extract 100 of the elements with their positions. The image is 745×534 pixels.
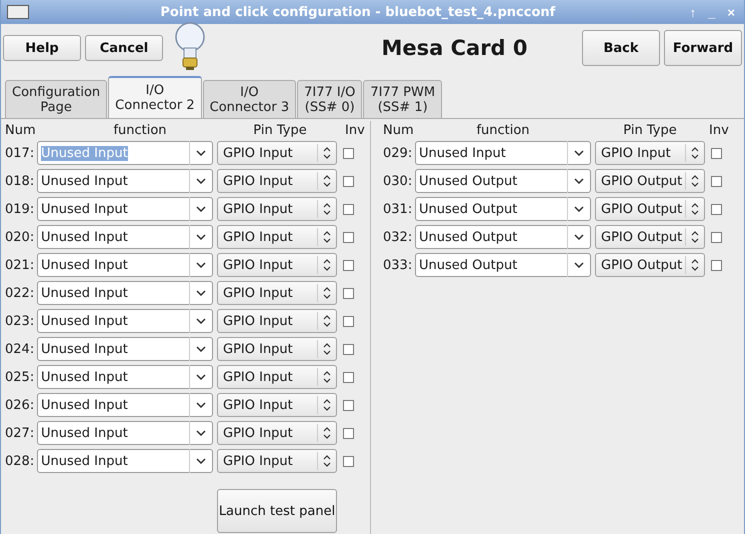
inv-checkbox[interactable] [343,148,354,158]
function-combo[interactable]: Unused Input [37,365,213,389]
inv-checkbox[interactable] [343,176,354,186]
inv-checkbox[interactable] [711,176,722,186]
function-combo[interactable]: Unused Input [37,225,213,249]
caret-icon [196,430,206,436]
function-combo[interactable]: Unused Output [415,197,591,221]
function-combo[interactable]: Unused Input [37,253,213,277]
function-combo[interactable]: Unused Input [37,421,213,445]
column-header: Pin Type [622,122,678,138]
inv-checkbox[interactable] [711,232,722,242]
spin-arrows-icon [323,343,331,355]
tab[interactable]: I/O Connector 3 [202,80,296,118]
inv-checkbox[interactable] [343,316,354,326]
function-combo[interactable]: Unused Input [37,169,213,193]
function-combo[interactable]: Unused Input [37,309,213,333]
column-header: Num [5,122,37,138]
spin-arrows-icon [691,203,699,215]
caret-icon [196,346,206,352]
tab[interactable]: Configuration Page [5,80,108,118]
pin-number: 020: [5,230,36,244]
pin-type-spinner[interactable]: GPIO Input [217,225,337,249]
column-header: Inv [709,122,729,138]
function-combo[interactable]: Unused Output [415,225,591,249]
pin-type-spinner[interactable]: GPIO Output [595,225,705,249]
caret-icon [196,374,206,380]
inv-checkbox[interactable] [343,344,354,354]
caret-icon [196,402,206,408]
inv-checkbox[interactable] [343,456,354,466]
spin-arrows-icon [323,147,331,159]
inv-checkbox[interactable] [343,260,354,270]
toolbar-button[interactable]: Cancel [85,35,163,61]
function-combo[interactable]: Unused Output [415,253,591,277]
inv-checkbox[interactable] [343,232,354,242]
pin-type-spinner[interactable]: GPIO Input [217,141,337,165]
spin-arrows-icon [323,315,331,327]
pin-type-spinner[interactable]: GPIO Input [217,281,337,305]
inv-checkbox[interactable] [343,372,354,382]
pin-number: 031: [383,202,414,216]
pin-number: 032: [383,230,414,244]
spin-arrows-icon [323,287,331,299]
pin-type-spinner[interactable]: GPIO Input [217,365,337,389]
pin-type-spinner[interactable]: GPIO Input [217,309,337,333]
inv-checkbox[interactable] [343,204,354,214]
launch-test-panel-button[interactable]: Launch test panel [217,489,337,533]
caret-icon [574,206,584,212]
pin-type-spinner[interactable]: GPIO Input [595,141,705,165]
caret-icon [574,234,584,240]
function-combo[interactable]: Unused Input [37,393,213,417]
inv-checkbox[interactable] [343,400,354,410]
pin-number: 028: [5,454,36,468]
inv-checkbox[interactable] [343,428,354,438]
nav-button[interactable]: Back [582,30,660,66]
toolbar-button[interactable]: Help [3,35,81,61]
caret-icon [574,178,584,184]
pin-number: 033: [383,258,414,272]
column-header: function [112,122,168,138]
caret-icon [574,150,584,156]
nav-button[interactable]: Forward [664,30,742,66]
pin-type-spinner[interactable]: GPIO Output [595,253,705,277]
function-combo[interactable]: Unused Input [415,141,591,165]
spin-arrows-icon [323,203,331,215]
function-combo[interactable]: Unused Input [37,337,213,361]
caret-icon [196,178,206,184]
function-combo[interactable]: Unused Input [37,197,213,221]
pin-type-spinner[interactable]: GPIO Input [217,337,337,361]
tab[interactable]: 7I77 I/O (SS# 0) [297,80,362,118]
pin-type-spinner[interactable]: GPIO Input [217,449,337,473]
pin-type-spinner[interactable]: GPIO Input [217,253,337,277]
spin-arrows-icon [323,231,331,243]
function-combo[interactable]: Unused Output [415,169,591,193]
caret-icon [196,150,206,156]
inv-checkbox[interactable] [711,148,722,158]
pin-type-spinner[interactable]: GPIO Input [217,197,337,221]
pin-number: 029: [383,146,414,160]
inv-checkbox[interactable] [343,288,354,298]
caret-icon [574,262,584,268]
column-header: Inv [345,122,365,138]
pin-number: 019: [5,202,36,216]
function-combo[interactable]: Unused Input [37,281,213,305]
tab[interactable]: 7I77 PWM (SS# 1) [363,80,442,118]
pin-type-spinner[interactable]: GPIO Input [217,393,337,417]
caret-icon [196,318,206,324]
pin-number: 022: [5,286,36,300]
pin-number: 030: [383,174,414,188]
spin-arrows-icon [323,175,331,187]
pin-type-spinner[interactable]: GPIO Output [595,197,705,221]
pin-number: 027: [5,426,36,440]
pin-number: 017: [5,146,36,160]
pin-type-spinner[interactable]: GPIO Output [595,169,705,193]
tab[interactable]: I/O Connector 2 [108,76,202,118]
caret-icon [196,458,206,464]
pin-type-spinner[interactable]: GPIO Input [217,169,337,193]
column-header: Num [383,122,415,138]
spin-arrows-icon [691,175,699,187]
inv-checkbox[interactable] [711,204,722,214]
function-combo[interactable]: Unused Input [37,449,213,473]
spin-arrows-icon [691,147,699,159]
inv-checkbox[interactable] [711,260,722,270]
pin-type-spinner[interactable]: GPIO Input [217,421,337,445]
